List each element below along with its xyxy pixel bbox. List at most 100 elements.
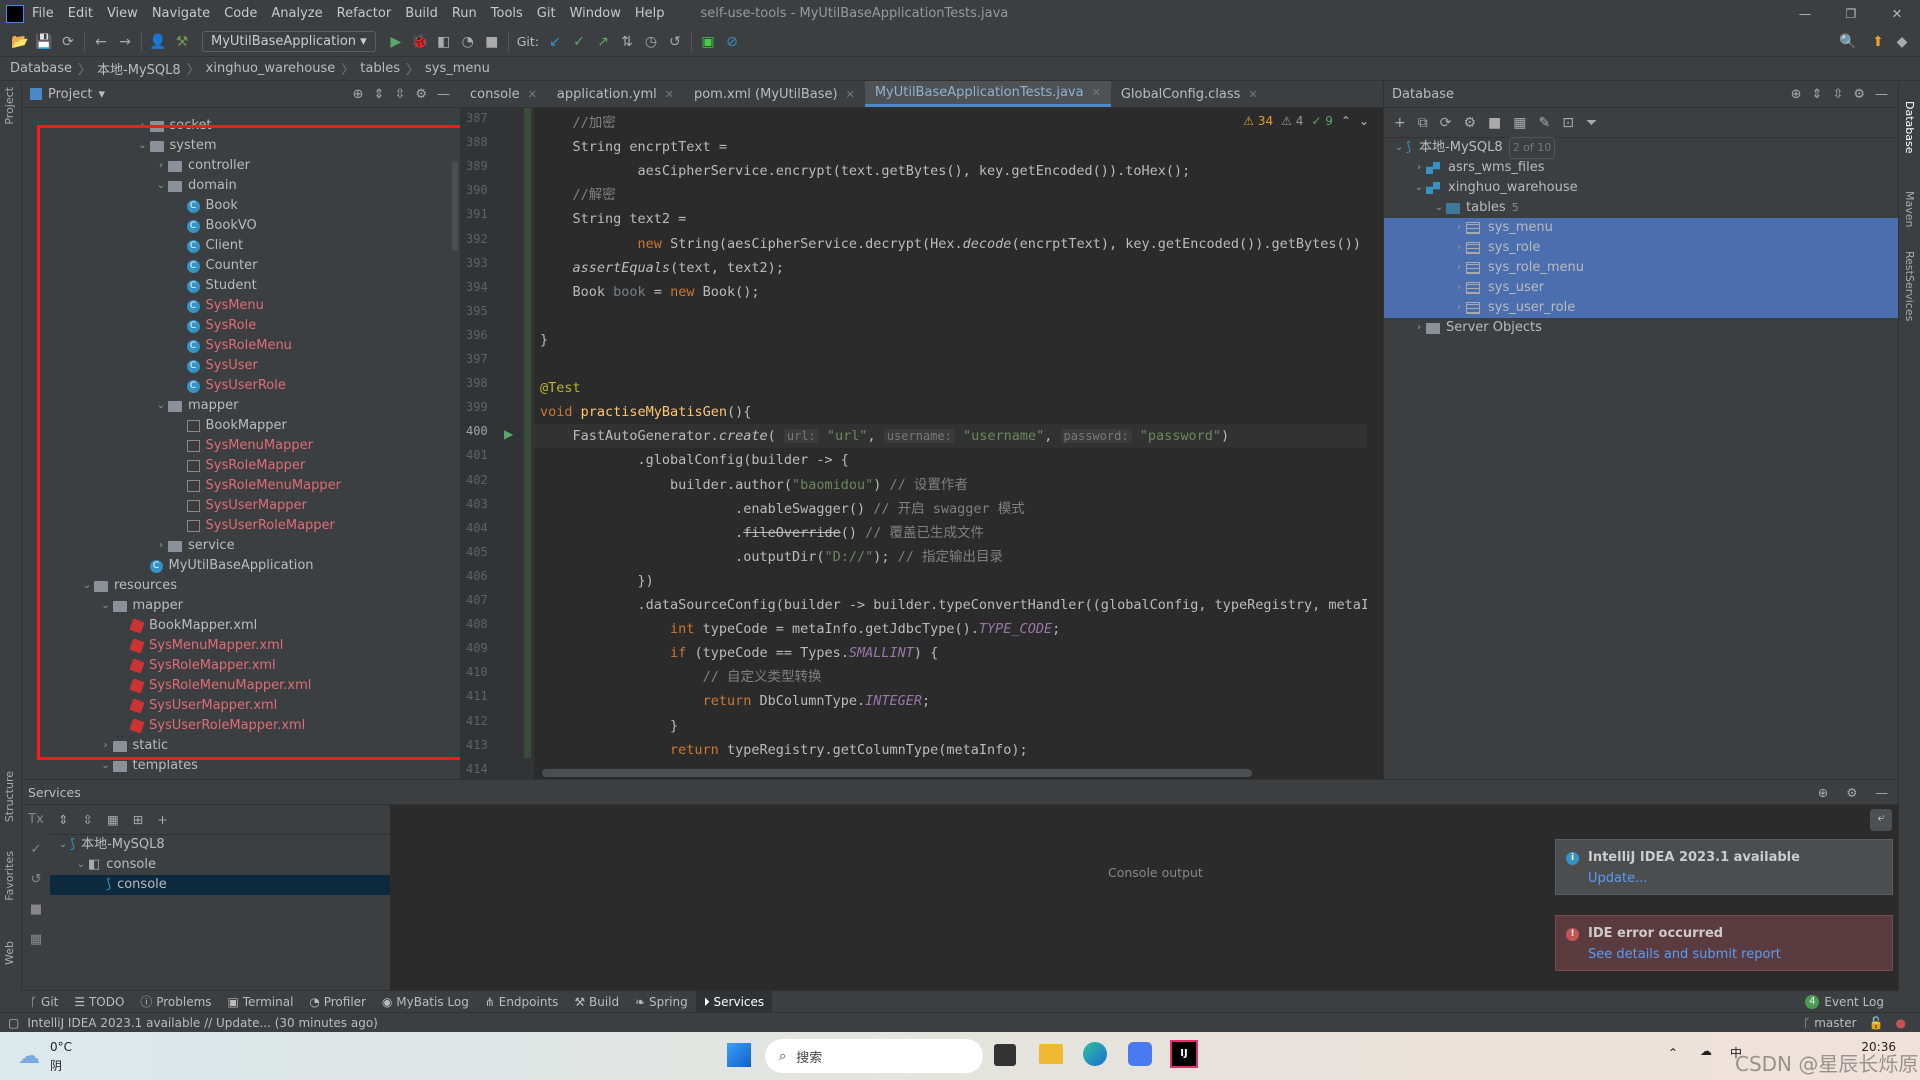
tool-tab-problems[interactable]: ⓘ Problems xyxy=(132,991,219,1013)
close-tab-icon[interactable]: ✕ xyxy=(1248,88,1257,101)
stop-icon[interactable]: ■ xyxy=(1488,115,1501,131)
gear-icon[interactable]: ⚙ xyxy=(1846,780,1857,805)
breadcrumb-item[interactable]: 本地-MySQL8 xyxy=(97,59,181,78)
tool-tab-endpoints[interactable]: ⋔ Endpoints xyxy=(477,991,567,1013)
refresh-icon[interactable]: ⟳ xyxy=(1440,115,1452,131)
tree-item[interactable]: C SysMenu xyxy=(22,296,460,316)
chevron-right-icon[interactable]: › xyxy=(99,736,113,756)
code-line[interactable]: .dataSourceConfig(builder -> builder.typ… xyxy=(534,593,1367,617)
code-line[interactable] xyxy=(534,304,540,328)
service-tree-item[interactable]: ⌄ ◧ console xyxy=(50,855,390,875)
run-test-gutter-icon[interactable]: ▶ xyxy=(504,427,513,441)
tool-tab-spring[interactable]: ❧ Spring xyxy=(627,991,696,1013)
breadcrumb-item[interactable]: Database xyxy=(10,61,72,76)
tool-tab-todo[interactable]: ☰ TODO xyxy=(66,991,132,1013)
sync-icon[interactable]: ⟳ xyxy=(56,34,80,50)
tree-item[interactable]: SysUserRoleMapper.xml xyxy=(22,716,460,736)
tree-item[interactable]: SysRoleMenuMapper xyxy=(22,476,460,496)
add-service-icon[interactable]: + xyxy=(157,812,167,827)
forward-icon[interactable]: → xyxy=(113,34,137,50)
tree-item[interactable]: SysUserMapper.xml xyxy=(22,696,460,716)
code-line[interactable] xyxy=(534,352,540,376)
run-icon[interactable]: ▶ xyxy=(384,34,408,50)
tool-window-maven[interactable]: Maven xyxy=(1903,191,1916,227)
tree-item[interactable]: SysUserMapper xyxy=(22,496,460,516)
tree-item[interactable]: ⌄ mapper xyxy=(22,596,460,616)
code-line[interactable]: void practiseMyBatisGen(){ xyxy=(534,400,751,424)
editor-tab[interactable]: GlobalConfig.class ✕ xyxy=(1111,81,1268,107)
locate-icon[interactable]: ⊕ xyxy=(1818,780,1828,805)
chevron-down-icon[interactable]: ⌄ xyxy=(154,176,168,196)
tree-item[interactable]: SysMenuMapper xyxy=(22,436,460,456)
menu-code[interactable]: Code xyxy=(224,6,257,21)
editor-tab[interactable]: MyUtilBaseApplicationTests.java ✕ xyxy=(864,81,1111,107)
db-tree-item[interactable]: › Server Objects xyxy=(1384,318,1898,338)
layout-icon[interactable]: ▦ xyxy=(22,925,50,955)
tree-item[interactable]: › static xyxy=(22,736,460,756)
chevron-down-icon[interactable]: ⌄ xyxy=(1412,178,1426,198)
code-line[interactable]: // 自定义类型转换 xyxy=(534,665,822,689)
collapse-all-icon[interactable]: ⇳ xyxy=(1832,87,1843,102)
breadcrumb-item[interactable]: xinghuo_warehouse xyxy=(206,61,336,76)
db-tree-item[interactable]: ⌄ ⟆ 本地-MySQL8 2 of 10 xyxy=(1384,137,1898,159)
tool-window-restservices[interactable]: RestServices xyxy=(1903,251,1916,321)
code-line[interactable]: int typeCode = metaInfo.getJdbcType().TY… xyxy=(534,617,1060,641)
expand-all-icon[interactable]: ⇕ xyxy=(1812,87,1823,102)
ide-features-icon[interactable]: ◆ xyxy=(1890,34,1914,50)
collapse-all-icon[interactable]: ⇳ xyxy=(82,812,92,827)
tool-window-favorites[interactable]: Favorites xyxy=(3,851,16,901)
hide-icon[interactable]: — xyxy=(437,87,450,102)
update-link[interactable]: Update... xyxy=(1588,871,1880,886)
menu-help[interactable]: Help xyxy=(635,6,665,21)
menu-view[interactable]: View xyxy=(107,6,138,21)
menu-build[interactable]: Build xyxy=(405,6,438,21)
project-view-select[interactable]: Project xyxy=(48,87,92,102)
close-tab-icon[interactable]: ✕ xyxy=(846,88,855,101)
menu-tools[interactable]: Tools xyxy=(491,6,523,21)
search-everywhere-icon[interactable]: 🔍 xyxy=(1836,34,1860,50)
tree-item[interactable]: SysRoleMapper.xml xyxy=(22,656,460,676)
gear-icon[interactable]: ⚙ xyxy=(415,87,427,102)
tool-window-web[interactable]: Web xyxy=(3,941,16,965)
user-icon[interactable]: 👤 xyxy=(146,34,170,50)
submit-report-link[interactable]: See details and submit report xyxy=(1588,947,1880,962)
code-line[interactable]: } xyxy=(534,714,678,738)
coverage-icon[interactable]: ◧ xyxy=(432,34,456,50)
code-line[interactable]: //加密 xyxy=(534,111,616,135)
minimize-button[interactable]: — xyxy=(1782,0,1828,27)
code-line[interactable]: return DbColumnType.INTEGER; xyxy=(534,689,931,713)
commit-icon[interactable]: ✓ xyxy=(22,835,50,865)
chevron-down-icon[interactable]: ⌄ xyxy=(99,596,113,616)
task-view-icon[interactable] xyxy=(994,1044,1016,1066)
chevron-right-icon[interactable]: › xyxy=(1452,298,1466,318)
code-line[interactable]: }) xyxy=(534,569,654,593)
git-compare-icon[interactable]: ⇅ xyxy=(615,34,639,50)
chevron-down-icon[interactable]: ⌄ xyxy=(1432,198,1446,218)
code-line[interactable]: new String(aesCipherService.decrypt(Hex.… xyxy=(534,232,1361,256)
update-icon[interactable]: ⬆ xyxy=(1866,34,1890,50)
db-properties-icon[interactable]: ⚙ xyxy=(1463,115,1476,131)
error-indicator-icon[interactable]: ● xyxy=(1896,1016,1906,1030)
edit-icon[interactable]: ✎ xyxy=(1539,115,1551,131)
tree-item[interactable]: C MyUtilBaseApplication xyxy=(22,556,460,576)
build-hammer-icon[interactable]: ⚒ xyxy=(170,34,194,50)
db-tree-item[interactable]: › sys_role xyxy=(1384,238,1898,258)
weather-temp[interactable]: 0°C xyxy=(50,1040,72,1054)
menu-analyze[interactable]: Analyze xyxy=(271,6,322,21)
breadcrumb-item[interactable]: sys_menu xyxy=(425,61,490,76)
tool-tab-git[interactable]: ᚴ Git xyxy=(22,991,66,1013)
close-tab-icon[interactable]: ✕ xyxy=(665,88,674,101)
group-icon[interactable]: ▦ xyxy=(107,812,119,827)
db-tree-item[interactable]: ⌄ tables 5 xyxy=(1384,198,1898,218)
code-line[interactable]: FastAutoGenerator.create( url: "url", us… xyxy=(534,424,1367,449)
horizontal-scrollbar[interactable] xyxy=(542,769,1252,777)
weather-cloud-icon[interactable]: ☁ xyxy=(18,1044,40,1069)
editor-tab[interactable]: console ✕ xyxy=(460,81,547,107)
tree-item[interactable]: C SysUserRole xyxy=(22,376,460,396)
tree-item[interactable]: C SysUser xyxy=(22,356,460,376)
open-icon[interactable]: 📂 xyxy=(8,34,32,50)
debug-icon[interactable]: 🐞 xyxy=(408,34,432,50)
db-tree-item[interactable]: › sys_menu xyxy=(1384,218,1898,238)
db-tree-item[interactable]: › asrs_wms_files xyxy=(1384,158,1898,178)
menu-file[interactable]: File xyxy=(32,6,54,21)
